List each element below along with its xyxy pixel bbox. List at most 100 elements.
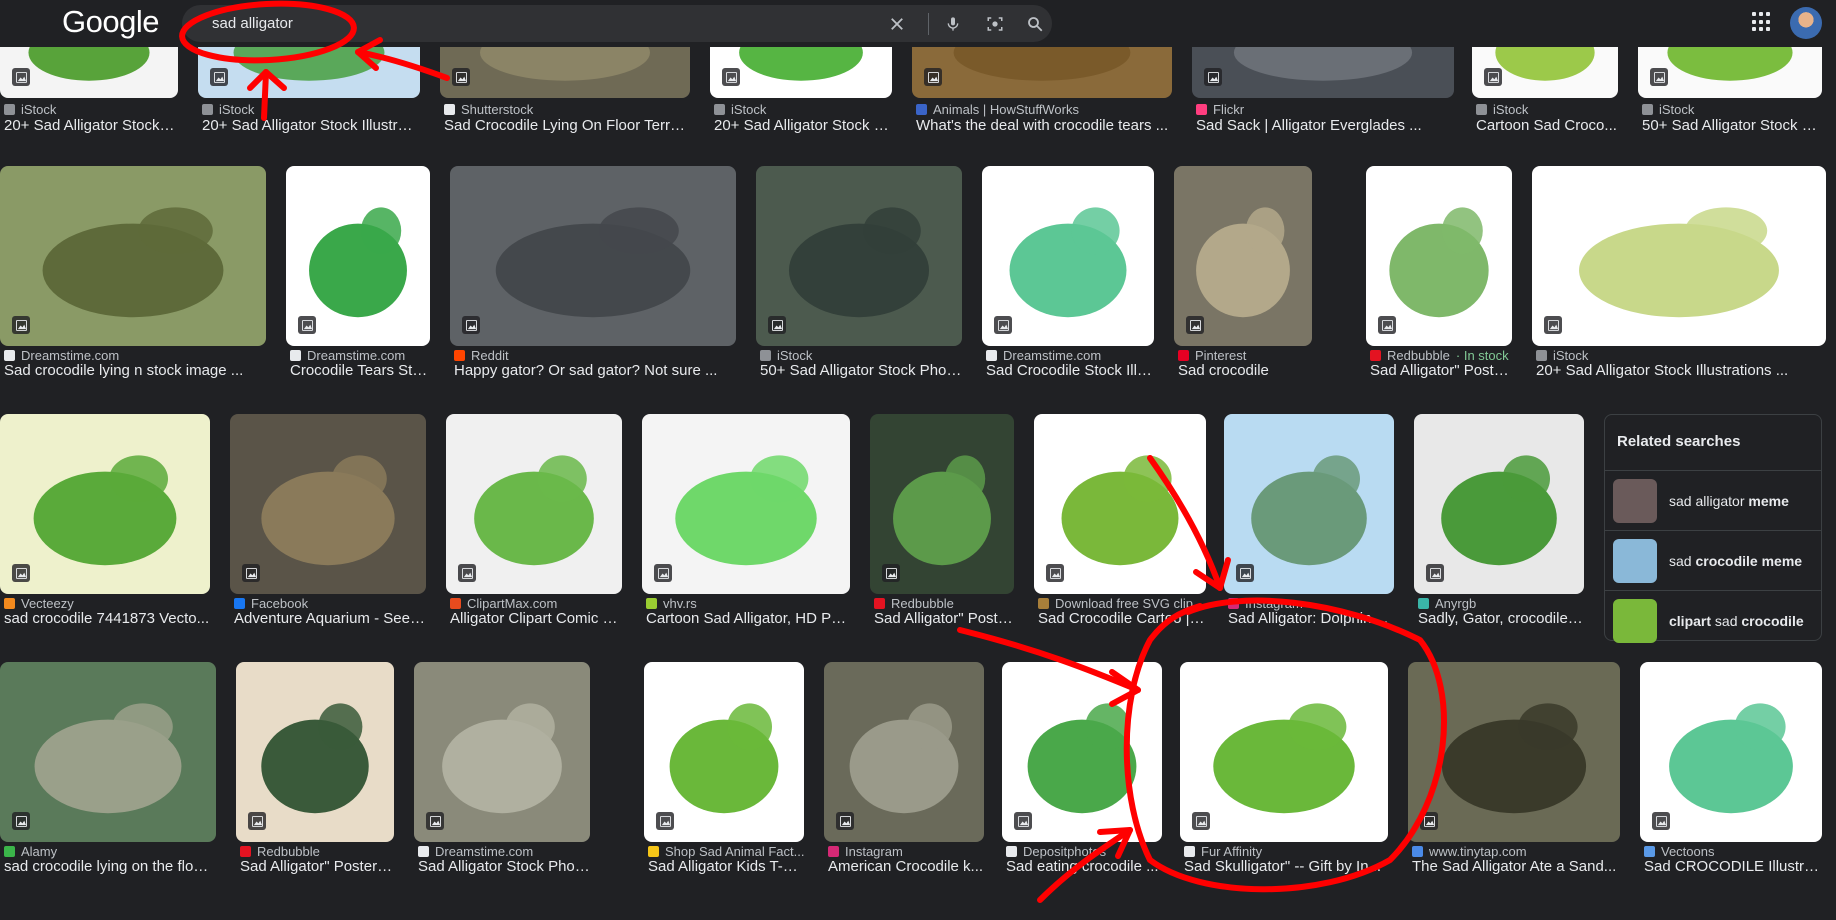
result-source[interactable]: vhv.rs — [646, 596, 850, 611]
result-title[interactable]: 20+ Sad Alligator Stock I... — [4, 117, 178, 134]
result-thumbnail[interactable] — [1224, 414, 1394, 594]
apps-grid-icon[interactable] — [1752, 12, 1772, 32]
result-thumbnail[interactable] — [1002, 662, 1162, 842]
result-source[interactable]: iStock — [1536, 348, 1826, 363]
result-thumbnail[interactable] — [1034, 414, 1206, 594]
result-source[interactable]: iStock — [4, 102, 178, 117]
result-thumbnail[interactable] — [446, 414, 622, 594]
search-box[interactable] — [182, 5, 1052, 42]
result-source[interactable]: ClipartMax.com — [450, 596, 622, 611]
result-thumbnail[interactable] — [870, 414, 1014, 594]
result-thumbnail[interactable] — [982, 166, 1154, 346]
result-source[interactable]: Shop Sad Animal Fact... — [648, 844, 804, 859]
result-title[interactable]: Sad eating crocodile ... — [1006, 858, 1162, 875]
result-source[interactable]: Anyrgb — [1418, 596, 1584, 611]
result-title[interactable]: Cartoon Sad Alligator, HD Png... — [646, 610, 850, 627]
result-title[interactable]: Sad crocodile lying n stock image ... — [4, 362, 266, 379]
result-source[interactable]: iStock — [202, 102, 420, 117]
result-source[interactable]: Reddit — [454, 348, 736, 363]
result-thumbnail[interactable] — [644, 662, 804, 842]
result-source[interactable]: Redbubble — [874, 596, 1014, 611]
result-thumbnail[interactable] — [0, 414, 210, 594]
result-thumbnail[interactable] — [1640, 662, 1822, 842]
result-title[interactable]: Alligator Clipart Comic - ... — [450, 610, 622, 627]
result-title[interactable]: Sad Alligator: Dolphin ... — [1228, 610, 1394, 627]
result-title[interactable]: Crocodile Tears Sto... — [290, 362, 430, 379]
result-thumbnail[interactable] — [1174, 166, 1312, 346]
result-title[interactable]: Sad Skulligator" -- Gift by In... — [1184, 858, 1388, 875]
result-source[interactable]: Instagram — [828, 844, 984, 859]
result-title[interactable]: Sad Alligator" Poste... — [1370, 362, 1512, 379]
result-thumbnail[interactable] — [236, 662, 394, 842]
result-thumbnail[interactable] — [824, 662, 984, 842]
microphone-icon[interactable] — [938, 5, 968, 42]
result-title[interactable]: Sad Crocodile Cartoo | ... — [1038, 610, 1206, 627]
result-source[interactable]: Animals | HowStuffWorks — [916, 102, 1172, 117]
result-title[interactable]: The Sad Alligator Ate a Sand... — [1412, 858, 1620, 875]
result-title[interactable]: 50+ Sad Alligator Stock Phot... — [760, 362, 962, 379]
result-thumbnail[interactable] — [0, 662, 216, 842]
result-thumbnail[interactable] — [1532, 166, 1826, 346]
result-thumbnail[interactable] — [450, 166, 736, 346]
result-thumbnail[interactable] — [1366, 166, 1512, 346]
result-title[interactable]: Sad CROCODILE Illustrati... — [1644, 858, 1822, 875]
search-input[interactable] — [212, 5, 812, 42]
result-source[interactable]: Dreamstime.com — [986, 348, 1154, 363]
result-source[interactable]: Download free SVG clip... — [1038, 596, 1206, 611]
result-source[interactable]: Vecteezy — [4, 596, 210, 611]
result-title[interactable]: 20+ Sad Alligator Stock Illustrations ..… — [1536, 362, 1826, 379]
result-source[interactable]: iStock — [760, 348, 962, 363]
result-source[interactable]: Facebook — [234, 596, 426, 611]
result-title[interactable]: Cartoon Sad Croco... — [1476, 117, 1618, 134]
result-source[interactable]: Fur Affinity — [1184, 844, 1388, 859]
result-title[interactable]: Happy gator? Or sad gator? Not sure ... — [454, 362, 736, 379]
result-thumbnail[interactable] — [414, 662, 590, 842]
result-title[interactable]: Sad Sack | Alligator Everglades ... — [1196, 117, 1454, 134]
result-source[interactable]: Redbubble — [240, 844, 394, 859]
result-source[interactable]: Instagram — [1228, 596, 1394, 611]
close-icon[interactable] — [882, 5, 912, 42]
result-source[interactable]: Dreamstime.com — [4, 348, 266, 363]
result-thumbnail[interactable] — [756, 166, 962, 346]
result-source[interactable]: Dreamstime.com — [290, 348, 430, 363]
result-source[interactable]: iStock — [714, 102, 892, 117]
result-source[interactable]: Redbubble · In stock — [1370, 348, 1512, 363]
result-title[interactable]: American Crocodile k... — [828, 858, 984, 875]
result-source[interactable]: Flickr — [1196, 102, 1454, 117]
result-thumbnail[interactable] — [286, 166, 430, 346]
related-item-crocodile-meme[interactable]: sad crocodile meme — [1605, 530, 1821, 590]
result-title[interactable]: 20+ Sad Alligator Stock Illustrati... — [202, 117, 420, 134]
result-thumbnail[interactable] — [1408, 662, 1620, 842]
result-source[interactable]: Vectoons — [1644, 844, 1822, 859]
result-source[interactable]: Pinterest — [1178, 348, 1312, 363]
camera-search-icon[interactable] — [980, 5, 1010, 42]
google-logo[interactable]: Google — [62, 4, 159, 40]
related-item-meme[interactable]: sad alligator meme — [1605, 470, 1821, 530]
result-thumbnail[interactable] — [642, 414, 850, 594]
result-source[interactable]: Dreamstime.com — [418, 844, 590, 859]
result-source[interactable]: Alamy — [4, 844, 216, 859]
result-title[interactable]: sad crocodile lying on the floor... — [4, 858, 216, 875]
result-source[interactable]: Shutterstock — [444, 102, 690, 117]
result-title[interactable]: Sadly, Gator, crocodiles,... — [1418, 610, 1584, 627]
related-item-clipart[interactable]: clipart sad crocodile — [1605, 590, 1821, 650]
result-title[interactable]: sad crocodile 7441873 Vecto... — [4, 610, 210, 627]
result-thumbnail[interactable] — [1414, 414, 1584, 594]
result-title[interactable]: Sad crocodile — [1178, 362, 1312, 379]
result-title[interactable]: Sad Alligator Stock Photos - F... — [418, 858, 590, 875]
result-thumbnail[interactable] — [0, 166, 266, 346]
search-icon[interactable] — [1020, 5, 1050, 42]
result-title[interactable]: Sad Alligator" Poster f... — [240, 858, 394, 875]
result-title[interactable]: Sad Crocodile Stock Illu... — [986, 362, 1154, 379]
result-thumbnail[interactable] — [1180, 662, 1388, 842]
result-title[interactable]: Adventure Aquarium - See y... — [234, 610, 426, 627]
result-title[interactable]: Sad Crocodile Lying On Floor Terrari... — [444, 117, 690, 134]
result-title[interactable]: Sad Alligator" Poste... — [874, 610, 1014, 627]
result-thumbnail[interactable] — [230, 414, 426, 594]
result-title[interactable]: Sad Alligator Kids T-S... — [648, 858, 804, 875]
result-source[interactable]: www.tinytap.com — [1412, 844, 1620, 859]
result-source[interactable]: iStock — [1476, 102, 1618, 117]
avatar[interactable] — [1790, 7, 1822, 39]
result-source[interactable]: Depositphotos — [1006, 844, 1162, 859]
result-title[interactable]: What's the deal with crocodile tears ... — [916, 117, 1172, 134]
